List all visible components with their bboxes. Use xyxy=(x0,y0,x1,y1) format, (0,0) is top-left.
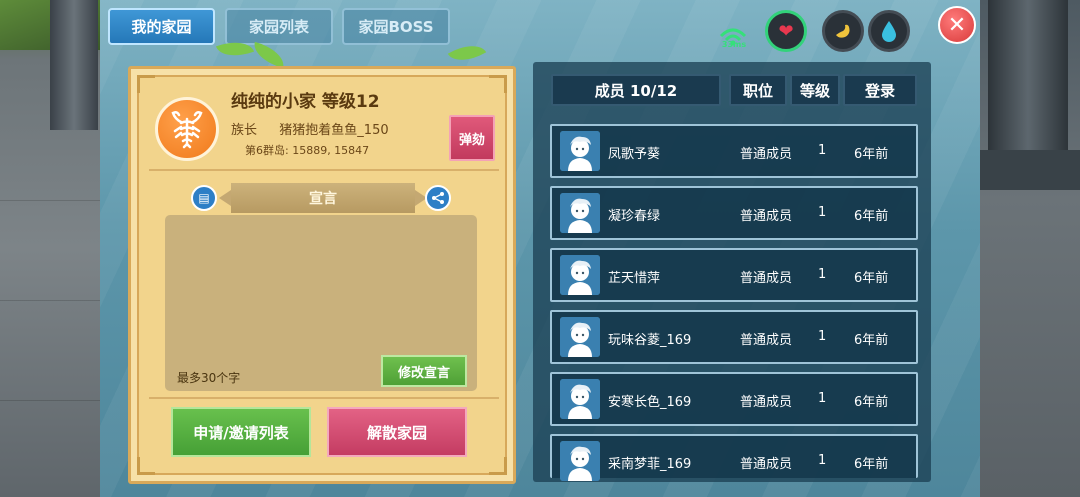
member-position: 普通成员 xyxy=(740,395,793,410)
level-header[interactable]: 等级 xyxy=(790,74,840,106)
edit-declaration-button[interactable]: 修改宣言 xyxy=(381,355,467,387)
home-emblem xyxy=(155,97,219,161)
member-avatar xyxy=(560,255,600,295)
member-last-login: 6年前 xyxy=(854,209,889,224)
stamina-indicator xyxy=(822,10,864,52)
leader-info: 族长 猪猪抱着鱼鱼_150 xyxy=(231,119,389,138)
member-row[interactable]: 采南梦菲_169 普通成员 1 6年前 xyxy=(550,434,918,481)
member-row[interactable]: 芷天惜萍 普通成员 1 6年前 xyxy=(550,248,918,302)
member-list-panel: 成员 10/12 职位 等级 登录 凤歌予葵 普通成员 1 6年前 凝珍春绿 普通成员 1 6… xyxy=(533,62,931,482)
impeach-button[interactable]: 弹劾 xyxy=(449,115,495,161)
member-last-login: 6年前 xyxy=(854,147,889,162)
member-position: 普通成员 xyxy=(740,457,793,472)
member-name: 玩味谷菱_169 xyxy=(608,333,692,348)
stone-pillar xyxy=(50,0,98,130)
tab-home-boss[interactable]: 家园BOSS xyxy=(342,8,450,45)
member-count-header: 成员 10/12 xyxy=(551,74,721,106)
member-position: 普通成员 xyxy=(740,271,793,286)
share-icon[interactable] xyxy=(425,185,451,211)
member-last-login: 6年前 xyxy=(854,333,889,348)
home-info-card: 纯纯的小家 等级12 族长 猪猪抱着鱼鱼_150 第6群岛: 15889, 15… xyxy=(128,66,516,484)
close-icon: ✕ xyxy=(947,12,967,38)
tab-home-list[interactable]: 家园列表 xyxy=(225,8,333,45)
member-row[interactable]: 安寒长色_169 普通成员 1 6年前 xyxy=(550,372,918,426)
member-avatar xyxy=(560,379,600,419)
member-level: 1 xyxy=(818,329,827,344)
member-position: 普通成员 xyxy=(740,209,793,224)
member-name: 凝珍春绿 xyxy=(608,209,661,224)
member-level: 1 xyxy=(818,453,827,468)
member-name: 凤歌予葵 xyxy=(608,147,661,162)
login-header[interactable]: 登录 xyxy=(843,74,917,106)
water-drop-icon xyxy=(882,21,896,42)
stamina-icon xyxy=(836,24,850,38)
member-level: 1 xyxy=(818,205,827,220)
declaration-title: 宣言 xyxy=(219,183,427,213)
member-row[interactable]: 凝珍春绿 普通成员 1 6年前 xyxy=(550,186,918,240)
background-left-scene xyxy=(0,0,100,497)
document-icon[interactable]: ▤ xyxy=(191,185,217,211)
member-name: 芷天惜萍 xyxy=(608,271,661,286)
leader-label: 族长 xyxy=(231,123,258,138)
member-name: 采南梦菲_169 xyxy=(608,457,692,472)
heart-icon: ❤ xyxy=(778,20,794,42)
member-level: 1 xyxy=(818,267,827,282)
tab-my-home[interactable]: 我的家园 xyxy=(108,8,215,45)
member-position: 普通成员 xyxy=(740,147,793,162)
home-name-level: 纯纯的小家 等级12 xyxy=(231,92,380,112)
pillar-base xyxy=(980,150,1080,190)
member-level: 1 xyxy=(818,391,827,406)
member-level: 1 xyxy=(818,143,827,158)
island-coordinates: 第6群岛: 15889, 15847 xyxy=(245,144,370,157)
close-button[interactable]: ✕ xyxy=(938,6,976,44)
member-row[interactable]: 凤歌予葵 普通成员 1 6年前 xyxy=(550,124,918,178)
lobster-icon xyxy=(171,111,203,149)
member-avatar xyxy=(560,193,600,233)
member-avatar xyxy=(560,131,600,171)
dissolve-home-button[interactable]: 解散家园 xyxy=(327,407,467,457)
member-last-login: 6年前 xyxy=(854,271,889,286)
apply-invite-list-button[interactable]: 申请/邀请列表 xyxy=(171,407,311,457)
water-indicator xyxy=(868,10,910,52)
member-last-login: 6年前 xyxy=(854,457,889,472)
ping-label: 33ms xyxy=(721,40,747,49)
divider xyxy=(149,169,499,171)
member-name: 安寒长色_169 xyxy=(608,395,692,410)
position-header[interactable]: 职位 xyxy=(729,74,787,106)
member-row[interactable]: 玩味谷菱_169 普通成员 1 6年前 xyxy=(550,310,918,364)
background-right-scene xyxy=(980,0,1080,497)
member-last-login: 6年前 xyxy=(854,395,889,410)
member-avatar xyxy=(560,317,600,357)
declaration-hint: 最多30个字 xyxy=(177,371,241,385)
health-indicator: ❤ xyxy=(765,10,807,52)
member-position: 普通成员 xyxy=(740,333,793,348)
divider xyxy=(149,397,499,399)
leader-name: 猪猪抱着鱼鱼_150 xyxy=(279,123,389,138)
member-avatar xyxy=(560,441,600,481)
